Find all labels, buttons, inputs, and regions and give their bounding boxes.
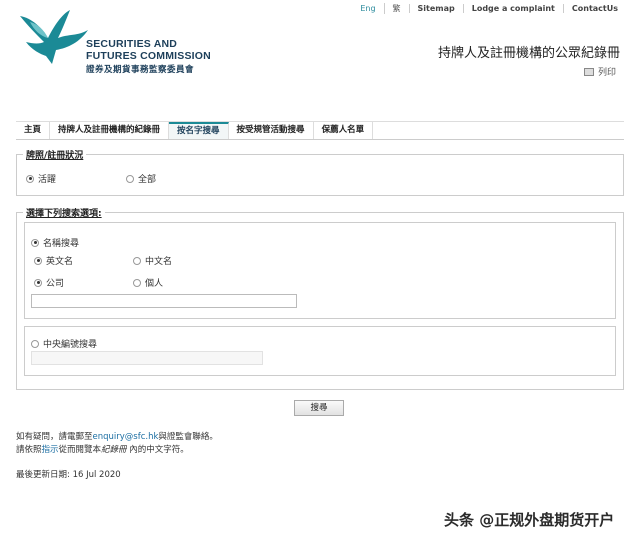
contact-us-link[interactable]: ContactUs xyxy=(562,4,626,13)
lodge-complaint-link[interactable]: Lodge a complaint xyxy=(462,4,563,13)
guide-text-end: 內的中文字符。 xyxy=(126,445,189,455)
radio-selected-icon xyxy=(31,238,39,247)
search-button[interactable]: 搜尋 xyxy=(294,400,344,416)
chinese-character-note: 請依照指示從而閱覽本紀錄冊 內的中文字符。 xyxy=(16,443,189,455)
enquiry-text-end: 與證監會聯絡。 xyxy=(158,432,218,442)
individual-label: 個人 xyxy=(145,279,164,289)
status-all-radio[interactable]: 全部 xyxy=(126,172,156,185)
logo-english-line2: FUTURES COMMISSION xyxy=(86,50,211,62)
tab-search-by-name[interactable]: 按名字搜尋 xyxy=(169,122,229,139)
enquiry-note: 如有疑問，請電郵至enquiry@sfc.hk與證監會聯絡。 xyxy=(16,430,218,442)
licence-status-group: 牌照/註冊狀況 xyxy=(16,148,624,196)
radio-selected-icon xyxy=(34,256,42,265)
top-navigation: Eng 繁 Sitemap Lodge a complaint ContactU… xyxy=(352,3,626,14)
watermark-text: 头条 @正规外盘期货开户 xyxy=(444,511,615,529)
radio-unselected-icon xyxy=(31,339,39,348)
ce-number-input[interactable] xyxy=(31,351,263,365)
tab-sponsor-list[interactable]: 保薦人名單 xyxy=(314,122,374,139)
english-name-radio[interactable]: 英文名 xyxy=(34,254,73,267)
english-name-label: 英文名 xyxy=(46,257,74,267)
sitemap-link[interactable]: Sitemap xyxy=(408,4,463,13)
enquiry-text: 如有疑問，請電郵至 xyxy=(16,432,93,442)
radio-selected-icon xyxy=(34,278,42,287)
enquiry-email-link[interactable]: enquiry@sfc.hk xyxy=(93,432,159,442)
individual-radio[interactable]: 個人 xyxy=(133,276,163,289)
guide-text-middle: 從而閱覽本 xyxy=(58,445,102,455)
name-search-input[interactable] xyxy=(31,294,297,308)
tab-home[interactable]: 主頁 xyxy=(16,122,51,139)
radio-unselected-icon xyxy=(126,174,134,183)
guide-link[interactable]: 指示 xyxy=(42,445,59,455)
name-search-radio[interactable]: 名稱搜尋 xyxy=(31,236,79,249)
register-emphasis: 紀錄冊 xyxy=(101,445,127,455)
logo-english-line1: SECURITIES AND xyxy=(86,38,178,50)
print-button[interactable]: 列印 xyxy=(583,65,616,78)
search-options-legend: 選擇下列搜索選項: xyxy=(26,209,102,219)
logo-chinese-name: 證券及期貨事務監察委員會 xyxy=(86,65,195,75)
ce-number-search-radio[interactable]: 中央編號搜尋 xyxy=(31,337,97,350)
chinese-name-label: 中文名 xyxy=(145,257,173,267)
status-active-label: 活躍 xyxy=(38,175,57,185)
company-radio[interactable]: 公司 xyxy=(34,276,64,289)
printer-icon xyxy=(583,67,594,76)
radio-unselected-icon xyxy=(133,278,141,287)
traditional-chinese-link[interactable]: 繁 xyxy=(383,3,409,14)
status-active-radio[interactable]: 活躍 xyxy=(26,172,56,185)
radio-selected-icon xyxy=(26,174,34,183)
licence-status-legend: 牌照/註冊狀況 xyxy=(26,151,84,161)
status-all-label: 全部 xyxy=(138,175,157,185)
tab-register[interactable]: 持牌人及註冊機構的紀錄冊 xyxy=(50,122,170,139)
sfc-logo[interactable]: SECURITIES AND FUTURES COMMISSION 證券及期貨事… xyxy=(18,8,238,78)
print-label: 列印 xyxy=(597,68,616,78)
page-title: 持牌人及註冊機構的公眾紀錄冊 xyxy=(437,46,620,61)
tab-bar: 主頁 持牌人及註冊機構的紀錄冊 按名字搜尋 按受規管活動搜尋 保薦人名單 xyxy=(16,121,624,140)
chinese-name-radio[interactable]: 中文名 xyxy=(133,254,172,267)
tab-search-by-activity[interactable]: 按受規管活動搜尋 xyxy=(229,122,314,139)
name-search-label: 名稱搜尋 xyxy=(43,239,80,249)
guide-text: 請依照 xyxy=(16,445,42,455)
radio-unselected-icon xyxy=(133,256,141,265)
last-updated: 最後更新日期: 16 Jul 2020 xyxy=(16,470,121,480)
ce-number-search-label: 中央編號搜尋 xyxy=(43,340,98,350)
english-link[interactable]: Eng xyxy=(352,4,383,13)
company-label: 公司 xyxy=(46,279,65,289)
